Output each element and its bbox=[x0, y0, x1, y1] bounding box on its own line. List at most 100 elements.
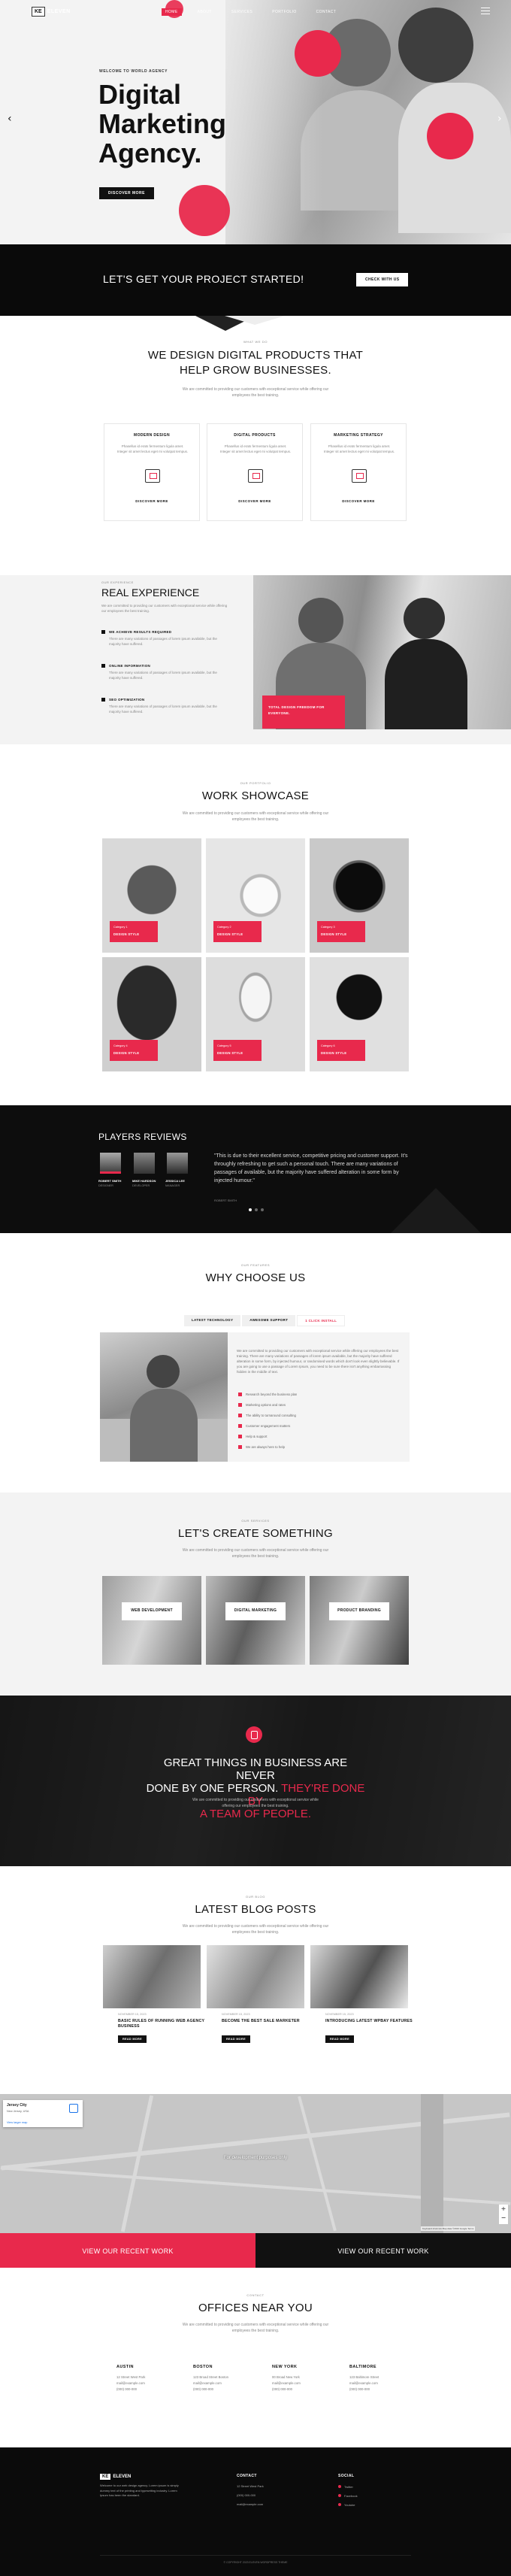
directions-icon[interactable] bbox=[69, 2104, 78, 2113]
service-tile-label: DIGITAL MARKETING bbox=[225, 1602, 286, 1620]
zoom-in-button[interactable]: + bbox=[499, 2205, 508, 2214]
clipboard-icon bbox=[246, 1726, 262, 1743]
office-email[interactable]: mail@example.com bbox=[272, 2381, 301, 2387]
read-more-button[interactable]: READ MORE bbox=[118, 2035, 147, 2043]
nav-contact[interactable]: CONTACT bbox=[313, 8, 340, 16]
blog-title[interactable]: BASIC RULES OF RUNNING WEB AGENCY BUSINE… bbox=[118, 2019, 208, 2029]
chevron-left-icon[interactable]: ‹ bbox=[8, 113, 12, 125]
experience-item-text: There are many variations of passages of… bbox=[109, 671, 217, 680]
avatar[interactable] bbox=[167, 1153, 188, 1174]
tab-awesome-support[interactable]: AWESOME SUPPORT bbox=[242, 1315, 296, 1326]
decor-circle bbox=[179, 185, 230, 236]
experience-item-title: WE ACHIEVE RESULTS REQUIRED bbox=[109, 630, 172, 634]
brand-logo[interactable]: KE ELEVEN bbox=[32, 7, 71, 17]
service-tile[interactable]: PRODUCT BRANDING bbox=[310, 1576, 409, 1665]
nav-services[interactable]: SERVICES bbox=[228, 8, 256, 16]
youtube-link[interactable]: Youtube bbox=[338, 2503, 355, 2507]
section-lead: We are committed to providing our custom… bbox=[182, 811, 329, 822]
service-tile[interactable]: WEB DEVELOPMENT bbox=[102, 1576, 201, 1665]
nav-about[interactable]: ABOUT bbox=[194, 8, 216, 16]
portfolio-tile[interactable]: Category 5 DESIGN STYLE bbox=[206, 957, 305, 1071]
facebook-link[interactable]: Facebook bbox=[338, 2494, 358, 2498]
portfolio-category: Category 5 bbox=[217, 1044, 231, 1047]
map-place-name: Jersey City bbox=[7, 2103, 27, 2108]
view-larger-map-link[interactable]: View larger map bbox=[7, 2121, 27, 2124]
recent-work-text: VIEW OUR RECENT WORK bbox=[82, 2247, 174, 2255]
office-email[interactable]: mail@example.com bbox=[193, 2381, 228, 2387]
section-title: WORK SHOWCASE bbox=[201, 789, 310, 802]
reviews-title: PLAYERS REVIEWS bbox=[98, 1132, 187, 1142]
carousel-dot[interactable] bbox=[255, 1208, 258, 1211]
card-link[interactable]: DISCOVER MORE bbox=[207, 499, 302, 503]
portfolio-tile[interactable]: Category 6 DESIGN STYLE bbox=[310, 957, 409, 1071]
read-more-button[interactable]: READ MORE bbox=[222, 2035, 250, 2043]
reviewer-name: ROBERT SMITH bbox=[98, 1179, 122, 1183]
zoom-out-button[interactable]: − bbox=[499, 2214, 508, 2223]
office-email[interactable]: mail@example.com bbox=[116, 2381, 145, 2387]
office-address: 12 Street West Park bbox=[116, 2375, 146, 2379]
card-link[interactable]: DISCOVER MORE bbox=[104, 499, 199, 503]
portfolio-label: Category 1 DESIGN STYLE bbox=[110, 921, 158, 942]
carousel-dot[interactable] bbox=[249, 1208, 252, 1211]
portfolio-category: Category 3 bbox=[321, 926, 335, 929]
tab-latest-technology[interactable]: LATEST TECHNOLOGY bbox=[184, 1315, 241, 1326]
recent-work-text: VIEW OUR RECENT WORK bbox=[337, 2247, 429, 2255]
office-city: BALTIMORE bbox=[349, 2365, 376, 2369]
card-title: MODERN DESIGN bbox=[134, 433, 170, 438]
card-text: Phasellus id erats fermentum ligula amet… bbox=[116, 444, 189, 453]
twitter-link[interactable]: Twitter bbox=[338, 2485, 353, 2489]
card-title: MARKETING STRATEGY bbox=[334, 433, 383, 438]
nav-portfolio[interactable]: PORTFOLIO bbox=[268, 8, 300, 16]
portfolio-name: DESIGN STYLE bbox=[113, 932, 140, 936]
chevron-right-icon[interactable]: › bbox=[497, 113, 502, 125]
blog-image[interactable] bbox=[103, 1945, 201, 2008]
office-block: NEW YORK 00 Broad New York mail@example.… bbox=[272, 2365, 301, 2393]
design-icon bbox=[145, 469, 160, 483]
blog-title[interactable]: BECOME THE BEST SALE MARKETER bbox=[222, 2019, 312, 2024]
blog-title[interactable]: INTRODUCING LATEST WPBAY FEATURES bbox=[325, 2019, 416, 2024]
office-phone: (000) 000-000 bbox=[272, 2387, 292, 2391]
portfolio-category: Category 6 bbox=[321, 1044, 335, 1047]
hero-title: Digital Marketing Agency. bbox=[98, 80, 271, 168]
carousel-dot[interactable] bbox=[261, 1208, 264, 1211]
office-block: AUSTIN 12 Street West Park mail@example.… bbox=[116, 2365, 145, 2393]
blog-image[interactable] bbox=[310, 1945, 408, 2008]
service-tile-text: DIGITAL MARKETING bbox=[234, 1608, 277, 1613]
recent-work-bar[interactable]: VIEW OUR RECENT WORK bbox=[0, 2233, 256, 2268]
portfolio-tile[interactable]: Category 1 DESIGN STYLE bbox=[102, 838, 201, 953]
reviewer-role: DEVELOPER bbox=[132, 1184, 150, 1187]
experience-item-title: SEO OPTIMIZATION bbox=[109, 698, 145, 702]
office-block: BALTIMORE 123 Baltimore Street mail@exam… bbox=[349, 2365, 379, 2393]
read-more-button[interactable]: READ MORE bbox=[325, 2035, 354, 2043]
nav-home[interactable]: HOME bbox=[162, 8, 182, 16]
footer-contact-line[interactable]: mail@example.com bbox=[237, 2502, 263, 2507]
recent-work-bar[interactable]: VIEW OUR RECENT WORK bbox=[256, 2233, 511, 2268]
check-with-us-button[interactable]: CHECK WITH US bbox=[356, 273, 409, 286]
bullet-icon bbox=[101, 664, 105, 668]
portfolio-tile[interactable]: Category 3 DESIGN STYLE bbox=[310, 838, 409, 953]
experience-item-title: ONLINE INFORMATION bbox=[109, 664, 151, 668]
blog-image[interactable] bbox=[207, 1945, 304, 2008]
card-link[interactable]: DISCOVER MORE bbox=[311, 499, 406, 503]
hero-title-line: Marketing bbox=[98, 108, 227, 139]
office-email[interactable]: mail@example.com bbox=[349, 2381, 379, 2387]
footer-social-title: SOCIAL bbox=[338, 2474, 355, 2478]
feature-text: We are committed to providing our custom… bbox=[237, 1349, 400, 1374]
portfolio-tile[interactable]: Category 2 DESIGN STYLE bbox=[206, 838, 305, 953]
avatar[interactable] bbox=[100, 1153, 121, 1174]
footer-logo[interactable]: KE ELEVEN bbox=[100, 2474, 131, 2480]
office-address: 00 Broad New York bbox=[272, 2375, 300, 2379]
footer-contact-line: 12 Street West Park bbox=[237, 2484, 264, 2488]
discover-more-button[interactable]: DISCOVER MORE bbox=[99, 187, 155, 199]
avatar[interactable] bbox=[134, 1153, 155, 1174]
service-tile-text: PRODUCT BRANDING bbox=[337, 1608, 381, 1613]
hamburger-icon[interactable] bbox=[481, 8, 490, 14]
section-lead: We are committed to providing our custom… bbox=[182, 387, 329, 398]
service-card: DIGITAL PRODUCTS Phasellus id erats ferm… bbox=[207, 423, 303, 521]
portfolio-tile[interactable]: Category 4 DESIGN STYLE bbox=[102, 957, 201, 1071]
quote-banner-title: GREAT THINGS IN BUSINESS ARE NEVER DONE … bbox=[143, 1756, 368, 1820]
tab-one-click-install[interactable]: 1 CLICK INSTALL bbox=[297, 1315, 346, 1326]
service-card: MODERN DESIGN Phasellus id erats ferment… bbox=[104, 423, 200, 521]
service-tile[interactable]: DIGITAL MARKETING bbox=[206, 1576, 305, 1665]
reviewer-name: JESSICA LEE bbox=[165, 1179, 185, 1183]
